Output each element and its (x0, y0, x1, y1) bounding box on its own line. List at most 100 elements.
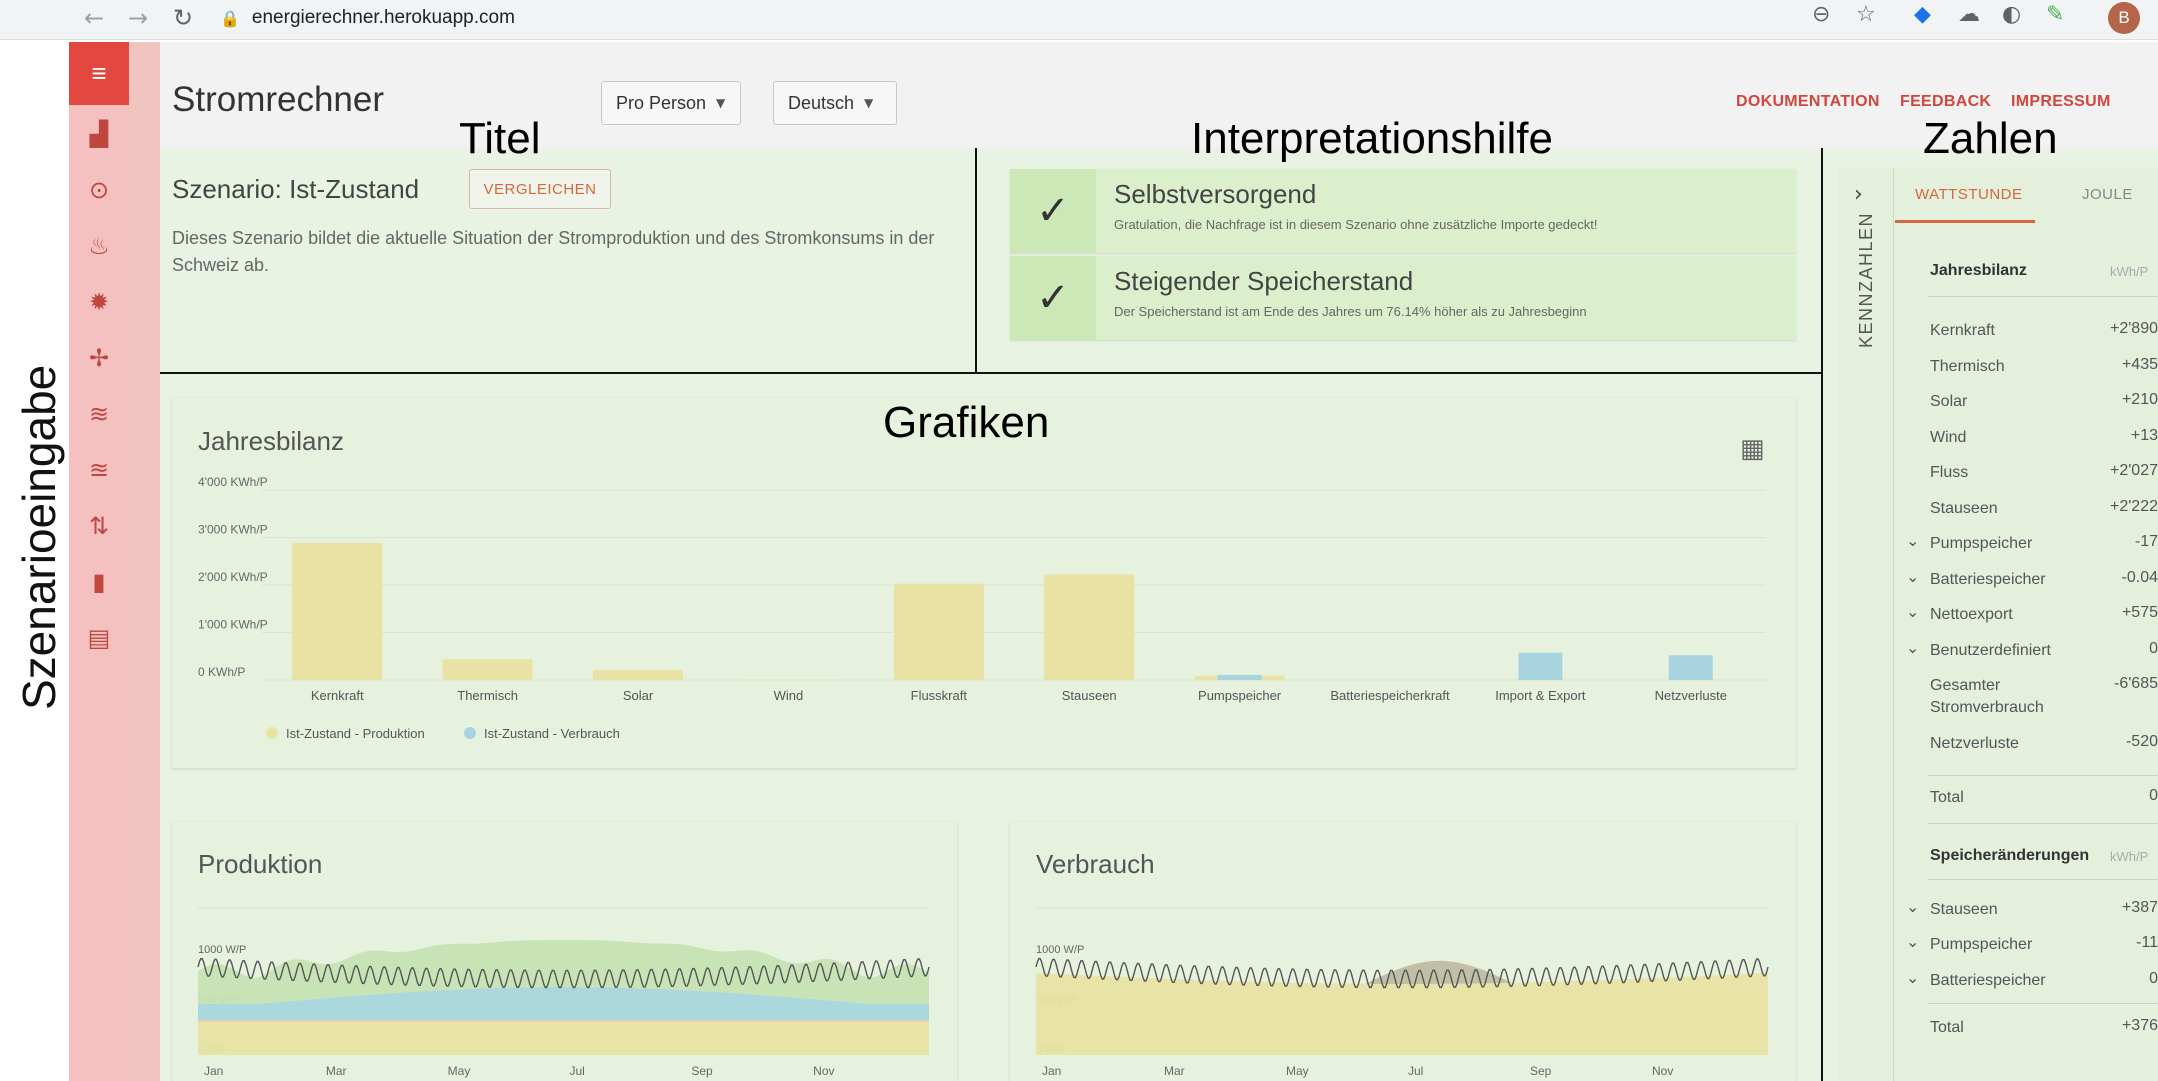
kennzahl-value: +575 (2121, 604, 2158, 621)
chevron-down-icon[interactable]: ⌄ (1906, 897, 1919, 916)
annotation-divider (975, 148, 977, 373)
annotation-divider (1821, 148, 1823, 1081)
chevron-down-icon[interactable]: ⌄ (1906, 531, 1919, 550)
menu-icon[interactable]: ≡ (69, 42, 129, 105)
link-impressum[interactable]: IMPRESSUM (2011, 93, 2111, 111)
legend-label: Ist-Zustand - Produktion (286, 726, 425, 741)
kennzahl-label[interactable]: Benutzerdefiniert (1930, 640, 2051, 662)
chevron-down-icon: ▼ (716, 96, 726, 110)
language-select[interactable]: Deutsch ▼ (773, 81, 897, 125)
section-title: Speicheränderungen (1930, 846, 2090, 864)
chevron-down-icon[interactable]: ⌄ (1906, 968, 1919, 987)
person-select-value: Pro Person (616, 92, 707, 113)
x-tick-label: Mar (326, 1064, 347, 1078)
tab-wattstunde[interactable]: WATTSTUNDE (1915, 186, 2023, 203)
x-tick-label: Jul (570, 1064, 585, 1078)
compare-button[interactable]: VERGLEICHEN (469, 169, 611, 209)
bar-produktion (893, 583, 984, 680)
water-waves-icon[interactable]: ≋ (69, 400, 129, 428)
x-tick-label: Jan (204, 1064, 223, 1078)
kennzahl-label[interactable]: Batteriespeicher (1930, 569, 2046, 591)
extension-icon[interactable]: ◆ (1914, 2, 1931, 27)
x-tick-label: Kernkraft (311, 688, 364, 703)
target-icon[interactable]: ⊙ (69, 176, 129, 204)
x-tick-label: Solar (623, 688, 654, 703)
produktion-area-chart: 0 W/P500 W/P1000 W/PJanMarMayJulSepNov (197, 907, 930, 1078)
x-tick-label: May (1286, 1064, 1309, 1078)
tab-joule[interactable]: JOULE (2082, 186, 2133, 203)
kennzahl-label: Kernkraft (1930, 322, 1995, 339)
x-tick-label: May (448, 1064, 471, 1078)
kennzahl-label: Thermisch (1930, 357, 2005, 375)
check-icon: ✓ (1010, 256, 1096, 340)
picker-extension-icon[interactable]: ✎ (2046, 2, 2064, 27)
kennzahl-label[interactable]: Nettoexport (1930, 604, 2040, 626)
x-tick-label: Jul (1408, 1064, 1423, 1078)
x-tick-label: Stauseen (1062, 688, 1117, 703)
kennzahl-label: Netzverluste (1930, 735, 2019, 752)
bar-verbrauch (1668, 655, 1713, 680)
flame-icon[interactable]: ♨ (69, 232, 129, 260)
x-tick-label: Nov (1652, 1064, 1673, 1078)
x-tick-label: Thermisch (457, 688, 518, 703)
fan-icon[interactable]: ✢ (69, 344, 129, 372)
kennzahl-value: +2'890 (2110, 320, 2158, 337)
x-tick-label: Import & Export (1495, 688, 1586, 703)
kennzahlen-toggle[interactable]: › KENNZAHLEN (1838, 168, 1894, 1081)
forward-arrow-icon[interactable]: → (128, 4, 148, 32)
person-select[interactable]: Pro Person ▼ (601, 81, 741, 125)
reload-icon[interactable]: ↻ (173, 4, 193, 32)
cloud-extension-icon[interactable]: ☁ (1958, 2, 1980, 27)
address-bar[interactable]: 🔒 energierechner.herokuapp.com (220, 2, 1820, 34)
bar-produktion (743, 679, 834, 680)
zoom-icon[interactable]: ⊖ (1812, 2, 1830, 27)
x-tick-label: Jan (1042, 1064, 1061, 1078)
kennzahl-value: +2'027 (2110, 462, 2158, 479)
avatar[interactable]: B (2108, 2, 2140, 34)
interpretation-card: ✓ Steigender Speicherstand Der Speichers… (1010, 256, 1796, 340)
x-tick-label: Mar (1164, 1064, 1185, 1078)
bar-verbrauch (1518, 652, 1563, 680)
url-text: energierechner.herokuapp.com (251, 7, 515, 28)
bar-verbrauch (1217, 674, 1262, 680)
sidebar-strip (129, 42, 160, 1081)
back-arrow-icon[interactable]: ← (84, 4, 104, 32)
link-feedback[interactable]: FEEDBACK (1900, 93, 1991, 111)
dam-icon[interactable]: ≊ (69, 456, 129, 484)
bar-produktion (442, 659, 533, 680)
produktion-card: Produktion 0 W/P500 W/P1000 W/PJanMarMay… (172, 822, 957, 1081)
y-tick-label: 2'000 KWh/P (198, 570, 268, 584)
chevron-down-icon[interactable]: ⌄ (1906, 602, 1919, 621)
chevron-right-icon[interactable]: › (1854, 182, 1863, 207)
link-dokumentation[interactable]: DOKUMENTATION (1736, 93, 1880, 111)
section-unit: kWh/P (2110, 264, 2149, 279)
annotation-title: Titel (459, 114, 541, 163)
y-tick-label: 0 KWh/P (198, 665, 245, 679)
pump-icon[interactable]: ⇅ (69, 512, 129, 540)
annotation-charts: Grafiken (883, 398, 1050, 447)
section-title: Jahresbilanz (1930, 262, 2027, 279)
add-note-icon[interactable]: ▤ (69, 624, 129, 652)
circle-extension-icon[interactable]: ◐ (2002, 2, 2021, 27)
x-tick-label: Sep (1530, 1064, 1552, 1078)
kennzahl-value: -520 (2125, 733, 2158, 750)
chevron-down-icon[interactable]: ⌄ (1906, 638, 1919, 657)
section-unit: kWh/P (2110, 848, 2149, 864)
interpretation-text: Der Speicherstand ist am Ende des Jahres… (1114, 304, 1587, 319)
kennzahl-label[interactable]: Pumpspeicher (1930, 533, 2040, 555)
interpretation-title: Steigender Speicherstand (1114, 266, 1414, 296)
star-icon[interactable]: ☆ (1856, 2, 1876, 27)
chevron-down-icon[interactable]: ⌄ (1906, 567, 1919, 586)
sun-icon[interactable]: ✹ (69, 288, 129, 316)
kennzahl-label[interactable]: Stauseen (1930, 899, 1998, 921)
battery-icon[interactable]: ▮ (69, 568, 129, 596)
chevron-down-icon[interactable]: ⌄ (1906, 932, 1919, 951)
y-tick-label: 1000 W/P (1036, 944, 1084, 956)
kennzahl-label[interactable]: Pumpspeicher (1930, 934, 2032, 956)
scenario-description: Dieses Szenario bildet die aktuelle Situ… (172, 228, 935, 275)
browser-toolbar: ← → ↻ 🔒 energierechner.herokuapp.com ⊖ ☆… (0, 0, 2158, 40)
kennzahl-label: Wind (1930, 428, 1967, 446)
annotation-divider (160, 372, 1822, 374)
kennzahl-label[interactable]: Batteriespeicher (1930, 970, 2046, 992)
building-icon[interactable]: ▟ (69, 120, 129, 148)
